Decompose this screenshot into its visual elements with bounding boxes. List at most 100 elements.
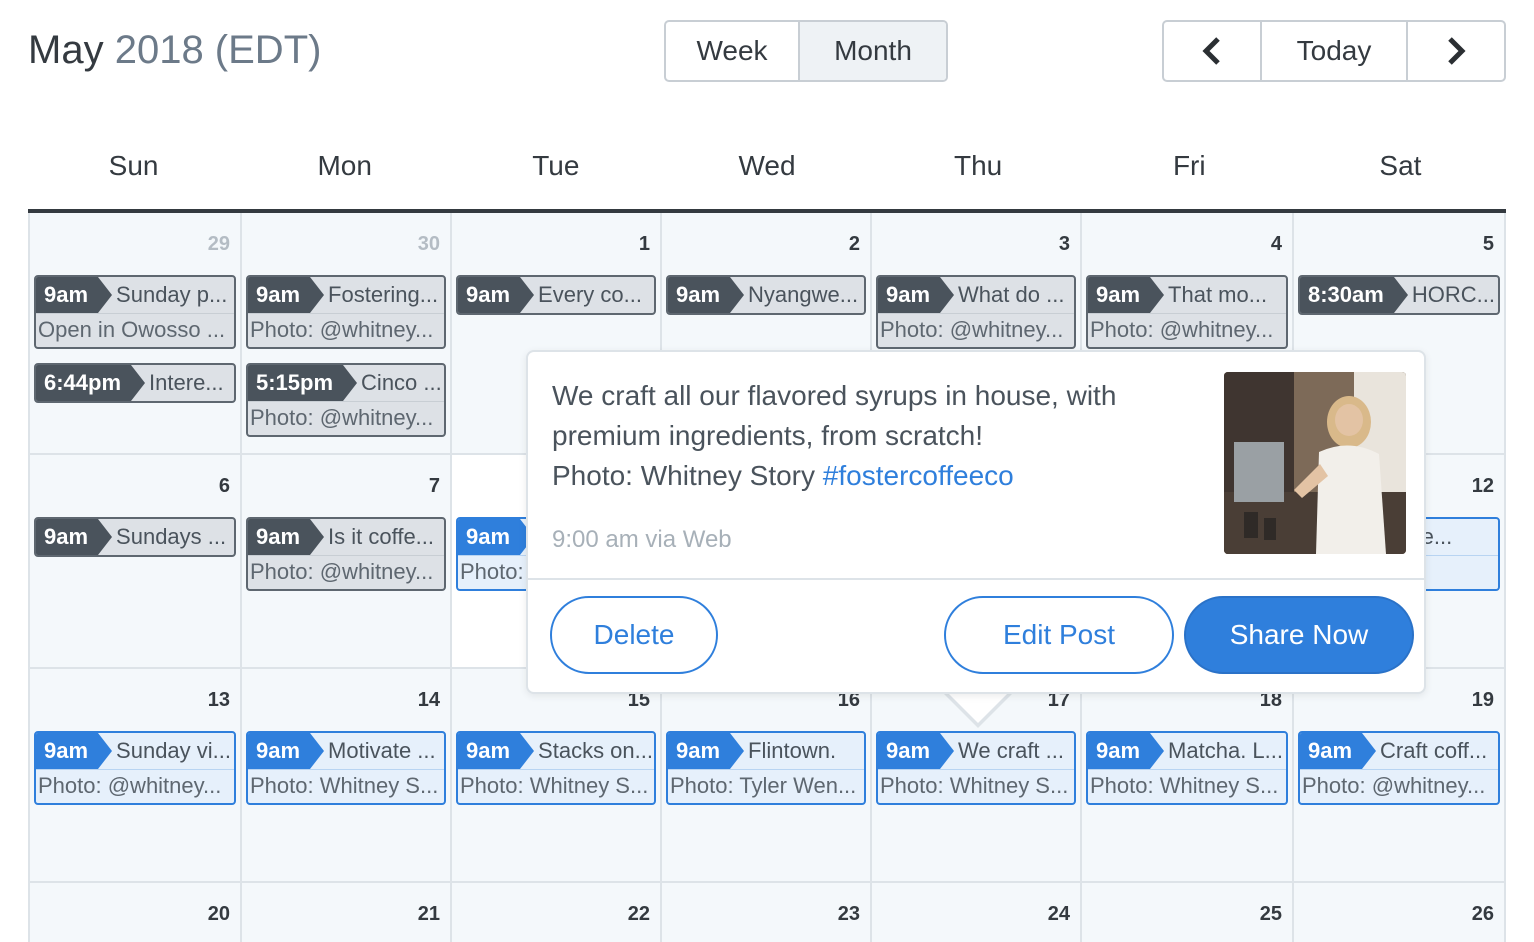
day-number: 6 xyxy=(218,475,230,497)
post-header: 9am Matcha. L... xyxy=(1088,733,1286,769)
week-row: 20 21 22 23 24 25 26 xyxy=(28,883,1506,942)
day-cell[interactable]: 29 9am Sunday p... Open in Owosso ... 6:44pm… xyxy=(28,213,240,455)
scheduled-post[interactable]: 9am What do ... Photo: @whitney... xyxy=(876,275,1076,349)
weekday-sat: Sat xyxy=(1379,150,1422,181)
day-cell[interactable]: 26 xyxy=(1292,883,1506,942)
day-number: 13 xyxy=(207,689,230,711)
post-text-line-3: Photo: Whitney Story xyxy=(552,460,823,491)
day-cell[interactable]: 20 xyxy=(28,883,240,942)
scheduled-post[interactable]: 9am Sunday vi... Photo: @whitney... xyxy=(34,731,236,805)
next-month-button[interactable] xyxy=(1408,22,1504,80)
scheduled-post[interactable]: 9am Nyangwe... xyxy=(666,275,866,315)
day-number: 1 xyxy=(638,233,650,255)
scheduled-post[interactable]: 8:30am HORC... xyxy=(1298,275,1500,315)
today-button[interactable]: Today xyxy=(1262,22,1408,80)
post-title: Fostering... xyxy=(328,282,439,307)
post-meta: 9:00 am via Web xyxy=(552,526,732,553)
share-now-button[interactable]: Share Now xyxy=(1184,596,1414,674)
post-header: 9am Sunday vi... xyxy=(36,733,234,769)
title-year-timezone: 2018 (EDT) xyxy=(114,28,322,72)
day-cell[interactable]: 25 xyxy=(1080,883,1292,942)
scheduled-post[interactable]: 6:44pm Intere... xyxy=(34,363,236,403)
day-cell[interactable]: 22 xyxy=(450,883,660,942)
post-time-tag: 9am xyxy=(668,733,745,769)
day-cell[interactable]: 14 9am Motivate ... Photo: Whitney S... xyxy=(240,669,450,883)
date-navigation: Today xyxy=(1162,20,1506,82)
post-header: 9am Flintown. xyxy=(668,733,864,769)
day-number: 20 xyxy=(207,903,230,925)
popover-divider xyxy=(528,578,1424,580)
post-header: 5:15pm Cinco ... xyxy=(248,365,444,401)
post-subtitle: Photo: Tyler Wen... xyxy=(668,769,864,803)
chevron-right-icon xyxy=(1448,37,1466,65)
day-number: 14 xyxy=(417,689,440,711)
post-text-line-2: premium ingredients, from scratch! xyxy=(552,420,984,451)
post-time-tag: 9am xyxy=(1300,733,1377,769)
day-cell[interactable]: 30 9am Fostering... Photo: @whitney... 5:15p… xyxy=(240,213,450,455)
day-cell[interactable]: 23 xyxy=(660,883,870,942)
month-view-button[interactable]: Month xyxy=(800,22,946,80)
post-time-tag: 9am xyxy=(1088,277,1165,313)
scheduled-post[interactable]: 9am Flintown. Photo: Tyler Wen... xyxy=(666,731,866,805)
edit-post-button[interactable]: Edit Post xyxy=(944,596,1174,674)
post-header: 9am That mo... xyxy=(1088,277,1286,313)
post-header: 9am Fostering... xyxy=(248,277,444,313)
post-time-tag: 9am xyxy=(878,733,955,769)
post-header: 9am Every co... xyxy=(458,277,654,313)
scheduled-post[interactable]: 5:15pm Cinco ... Photo: @whitney... xyxy=(246,363,446,437)
post-time-tag: 6:44pm xyxy=(36,365,146,401)
day-number: 19 xyxy=(1471,689,1494,711)
scheduled-post[interactable]: 9am Sunday p... Open in Owosso ... xyxy=(34,275,236,349)
post-header: 9am Is it coffe... xyxy=(248,519,444,555)
day-cell[interactable]: 13 9am Sunday vi... Photo: @whitney... xyxy=(28,669,240,883)
post-header: 8:30am HORC... xyxy=(1300,277,1498,313)
post-time-tag: 9am xyxy=(458,733,535,769)
post-title: Nyangwe... xyxy=(748,282,859,307)
post-time-tag: 8:30am xyxy=(1300,277,1408,313)
post-time-tag: 9am xyxy=(878,277,955,313)
post-title: Intere... xyxy=(149,370,224,395)
post-time-tag: 9am xyxy=(458,277,535,313)
post-text-line-1: We craft all our flavored syrups in hous… xyxy=(552,380,1117,411)
post-text: We craft all our flavored syrups in hous… xyxy=(552,376,1192,496)
scheduled-post[interactable]: 9am That mo... Photo: @whitney... xyxy=(1086,275,1288,349)
day-number: 22 xyxy=(627,903,650,925)
scheduled-post[interactable]: 9am Motivate ... Photo: Whitney S... xyxy=(246,731,446,805)
day-number: 24 xyxy=(1047,903,1070,925)
day-number: 26 xyxy=(1471,903,1494,925)
scheduled-post[interactable]: 9am Matcha. L... Photo: Whitney S... xyxy=(1086,731,1288,805)
post-time-tag: 9am xyxy=(248,519,325,555)
post-hashtag[interactable]: #fostercoffeeco xyxy=(823,460,1014,491)
post-time-tag: 9am xyxy=(36,733,113,769)
scheduled-post[interactable]: 9am We craft ... Photo: Whitney S... xyxy=(876,731,1076,805)
post-title: HORC... xyxy=(1411,282,1495,307)
day-cell[interactable]: 18 9am Matcha. L... Photo: Whitney S... xyxy=(1080,669,1292,883)
week-row: 13 9am Sunday vi... Photo: @whitney... 14 9am… xyxy=(28,669,1506,883)
day-cell[interactable]: 21 xyxy=(240,883,450,942)
post-title: Every co... xyxy=(538,282,642,307)
week-view-button[interactable]: Week xyxy=(666,22,800,80)
scheduled-post[interactable]: 9am Stacks on... Photo: Whitney S... xyxy=(456,731,656,805)
post-time-tag: 9am xyxy=(248,277,325,313)
day-cell[interactable]: 19 9am Craft coff... Photo: @whitney... xyxy=(1292,669,1506,883)
scheduled-post[interactable]: 9am Fostering... Photo: @whitney... xyxy=(246,275,446,349)
day-cell[interactable]: 6 9am Sundays ... xyxy=(28,455,240,669)
post-title: Sunday vi... xyxy=(116,738,231,763)
scheduled-post[interactable]: 9am Sundays ... xyxy=(34,517,236,557)
scheduled-post[interactable]: 9am Craft coff... Photo: @whitney... xyxy=(1298,731,1500,805)
previous-month-button[interactable] xyxy=(1164,22,1262,80)
barista-photo-icon xyxy=(1224,372,1406,554)
day-cell[interactable]: 16 9am Flintown. Photo: Tyler Wen... xyxy=(660,669,870,883)
day-cell[interactable]: 7 9am Is it coffe... Photo: @whitney... xyxy=(240,455,450,669)
weekday-header: Sun Mon Tue Wed Thu Fri Sat xyxy=(28,150,1506,190)
post-title: Stacks on... xyxy=(538,738,653,763)
day-number: 30 xyxy=(417,233,440,255)
post-title: Craft coff... xyxy=(1380,738,1488,763)
scheduled-post[interactable]: 9am Is it coffe... Photo: @whitney... xyxy=(246,517,446,591)
scheduled-post[interactable]: 9am Every co... xyxy=(456,275,656,315)
day-cell[interactable]: 15 9am Stacks on... Photo: Whitney S... xyxy=(450,669,660,883)
delete-post-button[interactable]: Delete xyxy=(550,596,718,674)
day-cell[interactable]: 24 xyxy=(870,883,1080,942)
post-time-tag: 9am xyxy=(668,277,745,313)
post-subtitle: Photo: @whitney... xyxy=(1088,313,1286,347)
